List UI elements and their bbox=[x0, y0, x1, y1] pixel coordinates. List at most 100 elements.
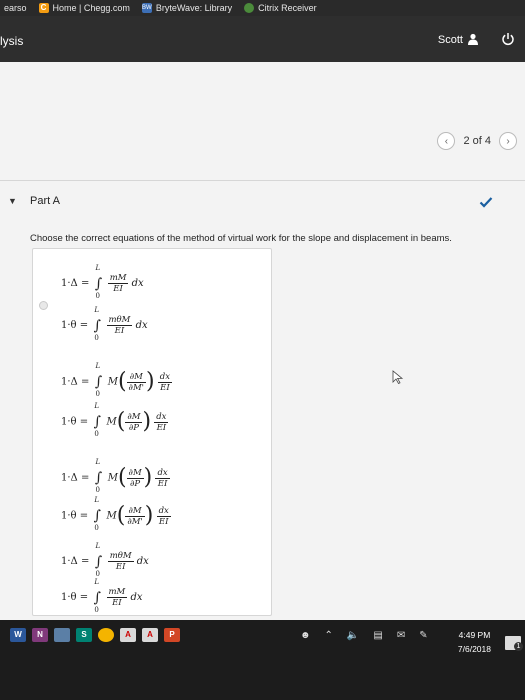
pen-icon[interactable]: ✎ bbox=[419, 630, 427, 641]
answer-option-2[interactable]: 1·Δ = ∫ L 0 M(∂M ∂M') dx EI 1·θ = ∫ L 0 M(∂M ∂P… bbox=[33, 349, 273, 441]
radio-button[interactable] bbox=[39, 301, 48, 310]
app-title: lysis bbox=[0, 34, 24, 48]
fraction: ∂M ∂M' bbox=[126, 372, 146, 393]
paren-open: ( bbox=[117, 465, 127, 490]
moment-term: M bbox=[107, 472, 118, 484]
fraction-den: EI bbox=[113, 284, 123, 294]
citrix-icon bbox=[244, 3, 255, 13]
fraction: ∂M ∂M' bbox=[125, 506, 145, 527]
acrobat-dc-icon[interactable]: A bbox=[142, 628, 158, 642]
fraction-num: mθM bbox=[107, 551, 134, 562]
fraction-den: ∂M' bbox=[128, 382, 144, 393]
fraction-num: ∂M bbox=[125, 411, 143, 423]
powerpoint-icon[interactable]: P bbox=[164, 628, 180, 642]
chevron-left-icon[interactable]: ‹ bbox=[437, 132, 456, 150]
user-icon[interactable] bbox=[467, 33, 479, 45]
checkmark-icon bbox=[479, 197, 493, 208]
item-pager: ‹ 2 of 4 › bbox=[437, 132, 517, 150]
bookmark-citrix[interactable]: Citrix Receiver bbox=[244, 3, 317, 13]
word-icon[interactable]: W bbox=[10, 628, 26, 642]
brytewave-icon: BW bbox=[141, 3, 152, 13]
caret-down-icon[interactable]: ▼ bbox=[8, 196, 17, 206]
chrome-icon[interactable] bbox=[98, 628, 114, 642]
bookmark-pearson[interactable]: earso bbox=[4, 3, 27, 13]
sway-icon[interactable]: S bbox=[76, 628, 92, 642]
equation-lhs: 1·Δ = bbox=[61, 472, 90, 484]
integral-upper: L bbox=[94, 496, 99, 504]
question-instructions: Choose the correct equations of the meth… bbox=[30, 233, 452, 244]
message-icon[interactable]: ✉ bbox=[397, 630, 405, 641]
equation-lhs: 1·θ = bbox=[61, 592, 89, 603]
integral-upper: L bbox=[94, 402, 99, 410]
paren-open: ( bbox=[116, 409, 126, 434]
equation-lhs: 1·θ = bbox=[61, 510, 89, 522]
power-icon[interactable] bbox=[501, 32, 515, 46]
integral-lower: 0 bbox=[94, 430, 99, 438]
bookmark-label: earso bbox=[4, 3, 27, 13]
equation-slope: 1·θ = ∫ L 0 M(∂M ∂M') dx EI bbox=[61, 496, 171, 532]
paren-close: ) bbox=[145, 369, 155, 394]
differential: dx bbox=[130, 592, 143, 603]
clock-time: 4:49 PM bbox=[458, 630, 491, 640]
chevron-right-icon[interactable]: › bbox=[499, 132, 517, 150]
paren-open: ( bbox=[116, 503, 126, 528]
fraction-num: mθM bbox=[106, 315, 133, 326]
fraction-den: EI bbox=[158, 516, 169, 527]
answer-option-4[interactable]: 1·Δ = ∫ L 0 mθM EI dx 1·θ = ∫ L 0 mM EI dx bbox=[33, 533, 273, 614]
acrobat-icon[interactable]: A bbox=[120, 628, 136, 642]
fraction-den: ∂P bbox=[130, 478, 141, 489]
equation-displacement: 1·Δ = ∫ L 0 M(∂M ∂M') dx EI bbox=[61, 362, 173, 398]
integral-sign: ∫ L 0 bbox=[93, 305, 101, 342]
bookmark-label: BryteWave: Library bbox=[155, 3, 233, 13]
differential: dx bbox=[136, 556, 149, 567]
equation-lhs: 1·Δ = bbox=[61, 278, 90, 289]
system-tray: ☻ ⌃ 🔈 ▤ ✉ ✎ bbox=[300, 630, 428, 641]
part-title[interactable]: Part A bbox=[30, 195, 60, 207]
fraction: mθM EI bbox=[106, 315, 133, 336]
user-name-link[interactable]: Scott bbox=[438, 34, 463, 46]
fraction-num: mM bbox=[107, 273, 129, 284]
fraction: ∂M ∂P bbox=[126, 468, 144, 489]
paren-close: ) bbox=[144, 503, 154, 528]
taskbar-pinned-apps: W N S A A P bbox=[10, 628, 180, 642]
cloud-icon[interactable] bbox=[54, 628, 70, 642]
fraction-num: ∂M bbox=[125, 506, 145, 517]
equation-slope: 1·θ = ∫ L 0 M(∂M ∂P) dx EI bbox=[61, 402, 169, 438]
integral-sign: ∫ L 0 bbox=[94, 458, 103, 494]
network-icon[interactable]: ▤ bbox=[373, 630, 382, 641]
system-clock[interactable]: 4:49 PM 7/6/2018 bbox=[458, 628, 491, 656]
answer-option-1[interactable]: 1·Δ = ∫ L 0 mM EI dx 1·θ = ∫ L 0 mθM EI dx bbox=[33, 255, 273, 342]
integral-sign: ∫ L 0 bbox=[93, 402, 101, 438]
moment-term: M bbox=[106, 510, 117, 522]
volume-icon[interactable]: 🔈 bbox=[347, 630, 359, 641]
notification-icon[interactable]: 1 bbox=[505, 636, 523, 651]
fraction-num: dx bbox=[156, 505, 171, 517]
assignment-content: ‹ 2 of 4 › ▼ Part A Choose the correct e… bbox=[0, 62, 525, 620]
integral-sign: ∫ L 0 bbox=[93, 577, 101, 614]
equation-slope: 1·θ = ∫ L 0 mθM EI dx bbox=[61, 305, 148, 342]
fraction-num: mM bbox=[106, 587, 128, 598]
integral-sign: ∫ L 0 bbox=[93, 496, 101, 532]
people-icon[interactable]: ☻ bbox=[300, 630, 311, 641]
integral-lower: 0 bbox=[95, 569, 100, 578]
answer-option-3[interactable]: 1·Δ = ∫ L 0 M(∂M ∂P) dx EI 1·θ = ∫ L 0 M(∂M ∂M'… bbox=[33, 445, 273, 533]
bookmark-chegg[interactable]: C Home | Chegg.com bbox=[38, 3, 130, 13]
integral-lower: 0 bbox=[95, 486, 100, 494]
fraction-den: EI bbox=[112, 598, 122, 608]
integral-lower: 0 bbox=[95, 390, 100, 398]
bookmark-brytewave[interactable]: BW BryteWave: Library bbox=[141, 3, 233, 13]
integral-lower: 0 bbox=[94, 605, 99, 614]
integral-upper: L bbox=[95, 458, 101, 466]
equation-displacement: 1·Δ = ∫ L 0 mM EI dx bbox=[61, 264, 144, 300]
equation-slope: 1·θ = ∫ L 0 mM EI dx bbox=[61, 577, 143, 614]
fraction: mM EI bbox=[106, 587, 128, 608]
bookmarks-bar: earso C Home | Chegg.com BW BryteWave: L… bbox=[0, 0, 525, 16]
onenote-icon[interactable]: N bbox=[32, 628, 48, 642]
integral-lower: 0 bbox=[94, 524, 99, 532]
differential: dx bbox=[135, 320, 148, 331]
fraction: ∂M ∂P bbox=[125, 411, 143, 433]
paren-close: ) bbox=[143, 465, 153, 490]
fraction-den: EI bbox=[115, 562, 126, 572]
chevron-up-icon[interactable]: ⌃ bbox=[325, 630, 333, 641]
fraction-den: EI bbox=[156, 422, 167, 433]
